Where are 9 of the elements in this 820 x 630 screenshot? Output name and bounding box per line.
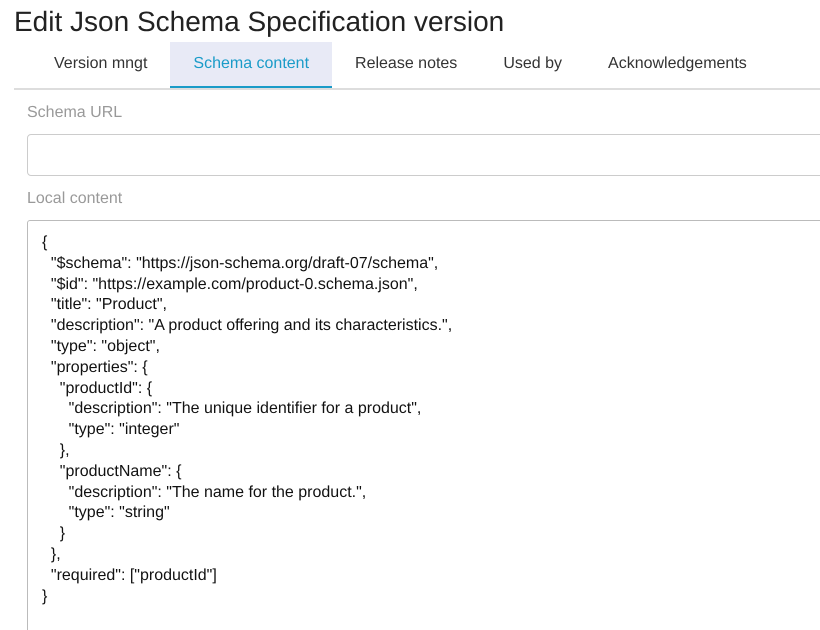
schema-url-field[interactable] <box>27 134 820 176</box>
local-content-field[interactable]: { "$schema": "https://json-schema.org/draft-07/schema", "$id": "https://example.com/product-0.schema.json", "title": "Product", "description": "A product offering and its characteristics.", "type": "object", "properties": { "productId": { "description": "The unique identifier for a product", "type": "integer" }, "productName": { "description": "The name for the product.", "type": "string" } }, "required": ["productId"] } <box>27 220 820 630</box>
field-label: Schema URL <box>27 103 124 123</box>
page-title: Edit Json Schema Specification version <box>13 5 506 39</box>
tab[interactable]: Version mngt <box>31 42 170 88</box>
tab[interactable]: Used by <box>480 42 586 88</box>
field-label: Local content <box>27 189 124 209</box>
tab[interactable]: Release notes <box>332 42 480 88</box>
tab[interactable]: Acknowledgements <box>585 42 770 88</box>
